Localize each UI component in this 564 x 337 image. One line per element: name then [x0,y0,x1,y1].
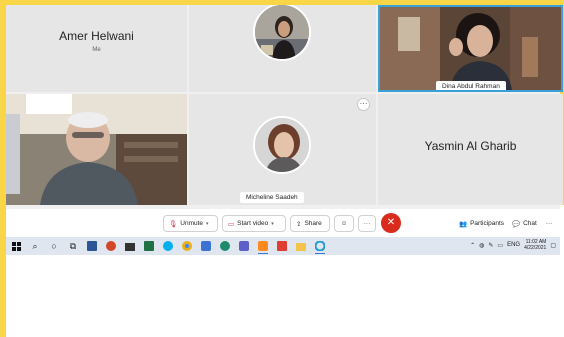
participant-avatar [253,5,311,61]
participant-video [380,7,561,90]
more-options-button[interactable]: ··· [358,215,376,232]
reactions-button[interactable]: ☺ [334,215,354,232]
people-icon: 👥 [459,220,468,228]
self-indicator: Me [92,47,101,53]
participant-tile-active-speaker[interactable]: Dina Abdul Rahman [378,5,563,92]
clock-date: 4/22/2021 [524,245,547,251]
more-icon: ··· [545,220,553,227]
search-icon[interactable]: ⌕ [27,239,43,253]
participant-name: Micheline Saadeh [240,192,304,203]
end-call-button[interactable]: ✕ [381,213,401,233]
store-icon[interactable] [122,239,138,253]
task-view-icon[interactable]: ⧉ [65,239,81,253]
reactions-icon: ☺ [340,220,348,227]
unmute-button[interactable]: 🎙 Unmute ▾ [163,215,218,232]
webex-icon[interactable] [255,239,271,254]
meeting-app-icon[interactable] [312,239,328,254]
chat-button[interactable]: 💬 Chat [507,215,537,232]
participant-tile-2[interactable] [189,5,376,92]
chevron-down-icon[interactable]: ▾ [206,221,209,227]
start-video-label: Start video [237,220,269,227]
participants-button[interactable]: 👥 Participants [454,215,506,232]
mic-off-icon: 🎙 [169,220,178,228]
file-explorer-icon[interactable] [293,239,309,253]
notifications-icon[interactable]: ▢ [550,242,556,249]
system-tray: ⌃ ◍ ✎ ▭ ENG 11:02 AM 4/22/2021 ▢ [470,239,556,251]
close-icon: ✕ [386,217,396,228]
chat-icon: 💬 [512,220,521,228]
chevron-up-icon[interactable]: ⌃ [470,242,475,249]
participant-tile-6[interactable]: Yasmin Al Gharib [378,94,563,205]
windows-taskbar: ⌕ ○ ⧉ ⌃ ◍ ✎ ▭ ENG 11:02 AM 4/22/2021 ▢ [6,237,560,255]
battery-icon[interactable]: ▭ [497,242,503,249]
video-off-icon: ▭ [228,220,235,228]
participants-label: Participants [470,220,505,227]
word-icon[interactable] [84,239,100,253]
pen-icon[interactable]: ✎ [488,242,493,249]
participant-tile-5[interactable]: ··· Micheline Saadeh [189,94,376,205]
participant-avatar [253,116,311,174]
start-windows-icon[interactable] [8,239,24,253]
chat-label: Chat [523,220,537,227]
powerpoint-icon[interactable] [103,239,119,253]
pdf-icon[interactable] [274,239,290,253]
meeting-control-bar: 🎙 Unmute ▾ ▭ Start video ▾ ⇪ Share ☺ ···… [6,209,560,237]
share-icon: ⇪ [296,220,302,228]
clock[interactable]: 11:02 AM 4/22/2021 [524,239,546,251]
edge-icon[interactable] [217,239,233,253]
video-grid: Amer Helwani Me Dina Abdul Rahman ··· Mi… [6,5,563,209]
network-icon[interactable]: ◍ [479,242,484,249]
panel-more-button[interactable]: ··· [540,215,558,232]
participant-tile-self[interactable]: Amer Helwani Me [6,5,187,92]
language-indicator[interactable]: ENG [507,242,520,248]
excel-icon[interactable] [141,239,157,253]
participant-name: Amer Helwani [59,29,134,43]
chevron-down-icon[interactable]: ▾ [271,221,274,227]
participant-name: Dina Abdul Rahman [436,81,506,90]
cortana-icon[interactable]: ○ [46,239,62,253]
skype-icon[interactable] [160,239,176,253]
unmute-label: Unmute [180,220,204,227]
start-video-button[interactable]: ▭ Start video ▾ [222,215,286,232]
screen: Amer Helwani Me Dina Abdul Rahman ··· Mi… [0,0,564,337]
participant-video [6,94,187,205]
teams-icon[interactable] [236,239,252,253]
tile-more-button[interactable]: ··· [357,98,370,111]
share-button[interactable]: ⇪ Share [290,215,330,232]
participant-tile-4[interactable] [6,94,187,205]
more-icon: ··· [363,220,371,227]
participant-name: Yasmin Al Gharib [424,139,517,153]
outlook-icon[interactable] [198,239,214,253]
chrome-icon[interactable] [179,239,195,253]
share-label: Share [304,220,322,227]
